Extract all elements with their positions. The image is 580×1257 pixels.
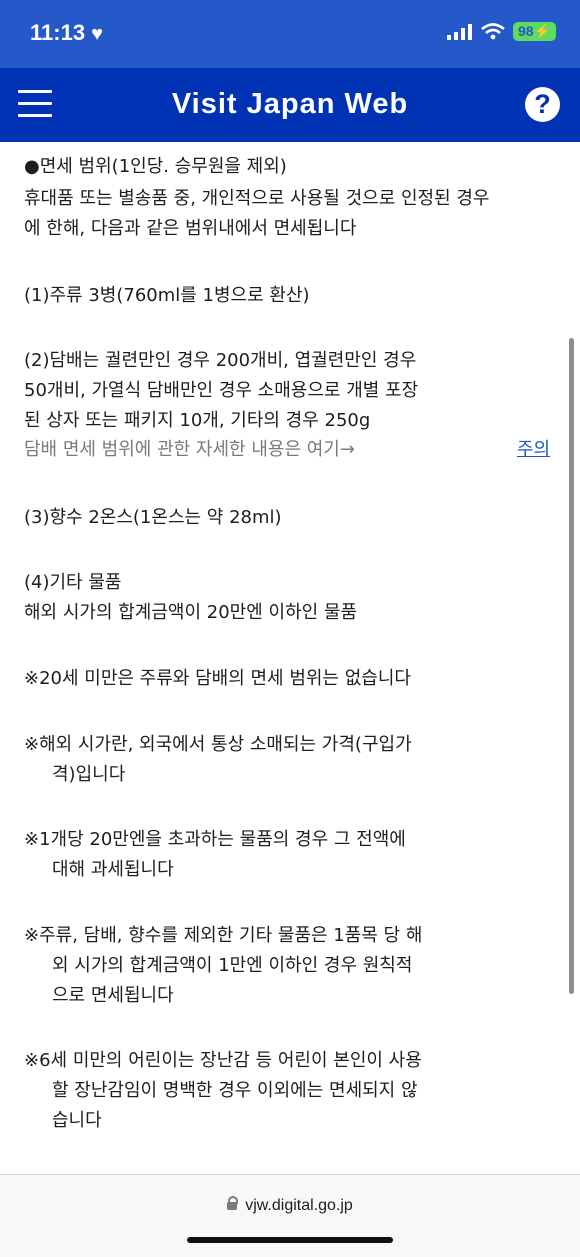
- text-line: 으로 면세됩니다: [52, 985, 174, 1006]
- battery-icon: 98⚡: [512, 22, 556, 41]
- status-icons: 98⚡: [446, 22, 556, 41]
- text-line: 습니다: [52, 1110, 102, 1131]
- lock-icon: [227, 1195, 239, 1210]
- status-bar: 11:13 ♥ 98⚡: [0, 0, 580, 68]
- text-line: 된 상자 또는 패키지 10개, 기타의 경우 250g: [24, 410, 371, 431]
- text-line: ※20세 미만은 주류와 담배의 면세 범위는 없습니다: [24, 668, 411, 689]
- url-text: vjw.digital.go.jp: [245, 1197, 353, 1214]
- text-line: ※주류, 담배, 향수를 제외한 기타 물품은 1품목 당 해: [24, 925, 423, 946]
- text-line: 대해 과세됩니다: [52, 859, 174, 880]
- text-line: ※해외 시가란, 외국에서 통상 소매되는 가격(구입가: [24, 734, 412, 755]
- status-time: 11:13 ♥: [30, 20, 103, 45]
- text-line: (2)담배는 궐련만인 경우 200개비, 엽궐련만인 경우: [24, 350, 417, 371]
- heart-icon: ♥: [91, 23, 103, 45]
- text-line: ※1개당 20만엔을 초과하는 물품의 경우 그 전액에: [24, 829, 406, 850]
- browser-bottom-bar: vjw.digital.go.jp: [0, 1174, 580, 1257]
- duty-free-info: ●면세 범위(1인당. 승무원을 제외) 휴대품 또는 별송품 중, 개인적으로…: [0, 142, 580, 1174]
- text-line: 할 장난감임이 명백한 경우 이외에는 면세되지 않: [52, 1080, 418, 1101]
- text-line: 에 한해, 다음과 같은 범위내에서 면세됩니다: [24, 218, 357, 239]
- text-line: (1)주류 3병(760ml를 1병으로 환산): [24, 285, 310, 306]
- text-line: 휴대품 또는 별송품 중, 개인적으로 사용될 것으로 인정된 경우: [24, 188, 490, 209]
- text-line: 외 시가의 합계금액이 1만엔 이하인 경우 원칙적: [52, 955, 413, 976]
- url-bar[interactable]: vjw.digital.go.jp: [0, 1195, 580, 1215]
- text-line: 격)입니다: [52, 764, 126, 785]
- home-indicator: [187, 1237, 393, 1243]
- app-header: Visit Japan Web ?: [0, 68, 580, 142]
- help-button[interactable]: ?: [525, 87, 560, 122]
- text-line: 해외 시가의 합계금액이 20만엔 이하인 물품: [24, 602, 358, 623]
- note-link[interactable]: 주의: [517, 435, 550, 461]
- section-heading: ●면세 범위(1인당. 승무원을 제외): [24, 156, 287, 177]
- text-line: (3)향수 2온스(1온스는 약 28ml): [24, 507, 282, 528]
- signal-icon: [446, 23, 472, 40]
- text-line: ※6세 미만의 어린이는 장난감 등 어린이 본인이 사용: [24, 1050, 422, 1071]
- wifi-icon: [481, 23, 505, 40]
- scrollbar[interactable]: [569, 338, 574, 994]
- text-line: (4)기타 물품: [24, 572, 122, 593]
- app-title: Visit Japan Web: [171, 88, 409, 120]
- tobacco-info-link[interactable]: 담배 면세 범위에 관한 자세한 내용은 여기→: [24, 435, 355, 461]
- text-line: 50개비, 가열식 담배만인 경우 소매용으로 개별 포장: [24, 380, 419, 401]
